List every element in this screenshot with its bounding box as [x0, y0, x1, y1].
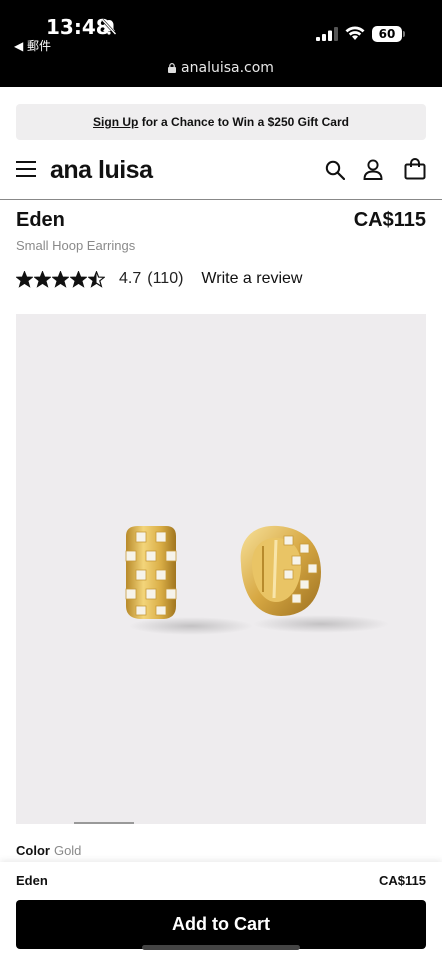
sticky-product-price: CA$115	[379, 873, 426, 888]
home-indicator[interactable]	[142, 945, 300, 950]
color-label: Color	[16, 843, 50, 858]
gallery-scroll-indicator	[74, 822, 134, 824]
bell-muted-icon	[101, 19, 117, 35]
star-icon	[70, 270, 87, 288]
star-icon	[52, 270, 69, 288]
status-bar: 13:48 ◀ 郵件 60 analuisa.com	[0, 0, 442, 87]
rating-row[interactable]: 4.7 (110) Write a review	[16, 268, 302, 290]
sticky-product-name: Eden	[16, 873, 48, 888]
product-price: CA$115	[353, 209, 426, 231]
color-value: Gold	[53, 843, 82, 858]
brand-logo[interactable]: ana luisa	[50, 156, 153, 185]
review-count[interactable]: (110)	[147, 270, 183, 288]
promo-text: for a Chance to Win a $250 Gift Card	[138, 115, 349, 129]
wifi-icon	[345, 26, 365, 40]
rating-stars	[16, 270, 105, 288]
color-selector: Color Gold	[16, 843, 81, 858]
sign-up-link[interactable]: Sign Up	[93, 115, 138, 129]
promo-banner[interactable]: Sign Up for a Chance to Win a $250 Gift …	[16, 104, 426, 140]
star-icon	[88, 270, 105, 288]
search-icon[interactable]	[325, 160, 345, 180]
site-header: ana luisa	[0, 148, 442, 200]
battery-tip	[403, 31, 405, 37]
earrings-image	[125, 525, 389, 635]
lock-icon	[168, 63, 177, 73]
account-icon[interactable]	[363, 159, 383, 180]
back-to-mail-link[interactable]: ◀ 郵件	[14, 37, 51, 54]
star-icon	[34, 270, 51, 288]
add-to-cart-button[interactable]: Add to Cart	[16, 900, 426, 949]
product-image-gallery[interactable]	[16, 314, 426, 824]
battery-indicator: 60	[372, 26, 402, 42]
star-icon	[16, 270, 33, 288]
bag-icon[interactable]	[404, 158, 426, 180]
signal-icon	[316, 27, 338, 41]
menu-icon[interactable]	[16, 160, 36, 178]
sticky-cart-bar: Eden CA$115 Add to Cart	[0, 862, 442, 960]
write-review-link[interactable]: Write a review	[201, 270, 302, 288]
url-bar[interactable]: analuisa.com	[0, 60, 442, 76]
product-subtitle: Small Hoop Earrings	[16, 238, 136, 253]
rating-value: 4.7	[119, 270, 142, 287]
product-name: Eden	[16, 209, 65, 231]
url-text: analuisa.com	[181, 60, 274, 76]
